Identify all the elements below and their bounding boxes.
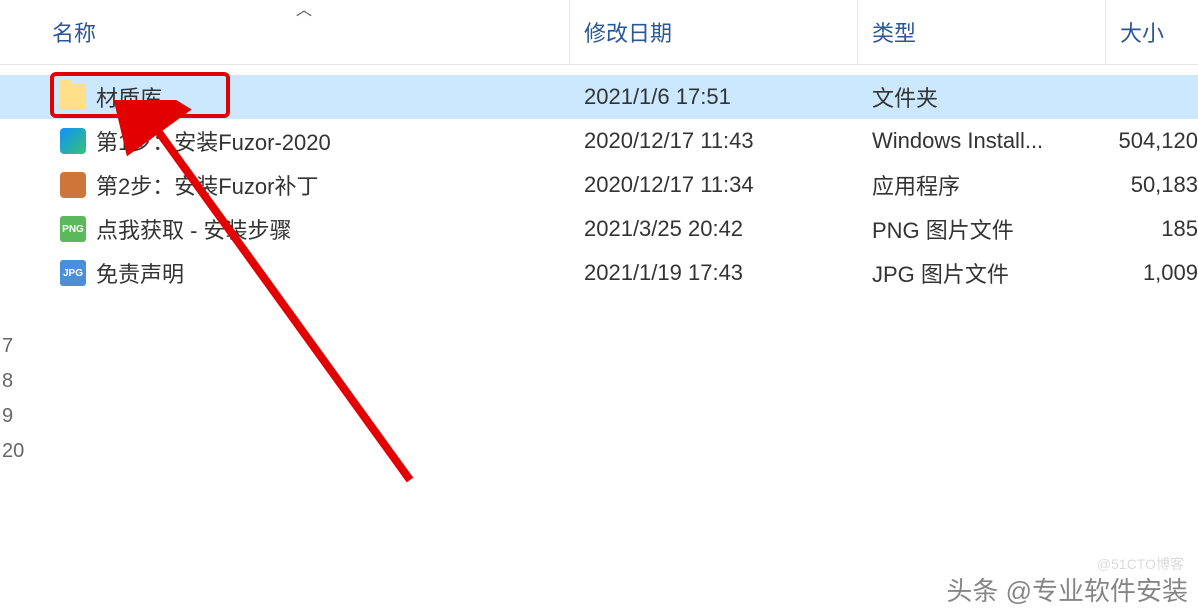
file-date-cell: 2021/1/19 17:43 xyxy=(570,260,858,286)
table-row[interactable]: PNG 点我获取 - 安装步骤 2021/3/25 20:42PNG 图片文件185 xyxy=(0,207,1198,251)
sort-indicator-icon: ︿ xyxy=(296,0,312,20)
column-header[interactable]: ︿ 名称 修改日期 类型 大小 xyxy=(0,0,1198,65)
file-name-label: 第2步：安装Fuzor补丁 xyxy=(96,169,318,201)
file-name-cell: PNG 点我获取 - 安装步骤 xyxy=(0,213,570,245)
left-overflow-text: 7 8 9 20 xyxy=(2,335,24,463)
column-size[interactable]: 大小 xyxy=(1106,0,1198,64)
table-row[interactable]: 材质库 2021/1/6 17:51文件夹 xyxy=(0,75,1198,119)
file-name-cell: 第2步：安装Fuzor补丁 xyxy=(0,169,570,201)
file-name-cell: 材质库 xyxy=(0,81,570,113)
jpg-icon: JPG xyxy=(60,260,86,286)
msi-icon xyxy=(60,128,86,154)
file-name-cell: JPG 免责声明 xyxy=(0,257,570,289)
file-date-cell: 2020/12/17 11:43 xyxy=(570,128,858,154)
table-row[interactable]: 第1步：安装Fuzor-2020 2020/12/17 11:43Windows … xyxy=(0,119,1198,163)
file-size-cell: 185 xyxy=(1106,216,1198,242)
table-row[interactable]: JPG 免责声明 2021/1/19 17:43JPG 图片文件1,009 xyxy=(0,251,1198,295)
file-type-cell: 应用程序 xyxy=(858,169,1106,201)
table-row[interactable]: 第2步：安装Fuzor补丁 2020/12/17 11:34应用程序50,183 xyxy=(0,163,1198,207)
file-name-label: 第1步：安装Fuzor-2020 xyxy=(96,125,331,157)
watermark: 头条 @专业软件安装 xyxy=(946,571,1188,608)
column-type[interactable]: 类型 xyxy=(858,0,1106,64)
file-name-cell: 第1步：安装Fuzor-2020 xyxy=(0,125,570,157)
file-name-label: 材质库 xyxy=(96,81,162,113)
file-type-cell: Windows Install... xyxy=(858,128,1106,154)
file-date-cell: 2021/3/25 20:42 xyxy=(570,216,858,242)
file-date-cell: 2021/1/6 17:51 xyxy=(570,84,858,110)
app-icon xyxy=(60,172,86,198)
file-type-cell: 文件夹 xyxy=(858,81,1106,113)
file-list: 材质库 2021/1/6 17:51文件夹第1步：安装Fuzor-2020 2020… xyxy=(0,65,1198,295)
column-date[interactable]: 修改日期 xyxy=(570,0,858,64)
file-date-cell: 2020/12/17 11:34 xyxy=(570,172,858,198)
file-name-label: 免责声明 xyxy=(96,257,184,289)
file-name-label: 点我获取 - 安装步骤 xyxy=(96,213,292,245)
folder-icon xyxy=(60,84,86,110)
file-size-cell: 504,120 xyxy=(1106,128,1198,154)
png-icon: PNG xyxy=(60,216,86,242)
column-name[interactable]: 名称 xyxy=(0,0,570,64)
file-size-cell: 1,009 xyxy=(1106,260,1198,286)
file-type-cell: JPG 图片文件 xyxy=(858,257,1106,289)
file-type-cell: PNG 图片文件 xyxy=(858,213,1106,245)
file-size-cell: 50,183 xyxy=(1106,172,1198,198)
